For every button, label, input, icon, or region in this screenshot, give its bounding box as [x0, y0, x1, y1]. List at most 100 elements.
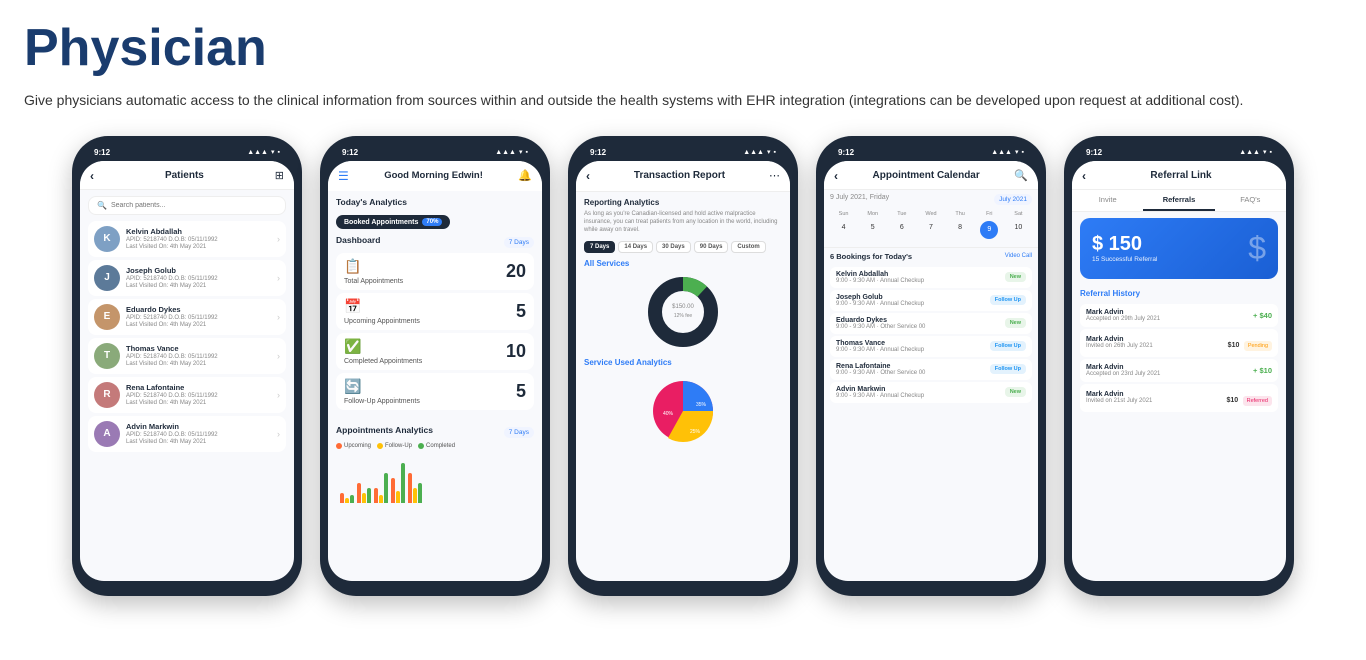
- phone2-icons: ▲▲▲ ▾ ▪: [495, 148, 528, 156]
- more-icon[interactable]: ⋯: [769, 169, 780, 182]
- phone5-header: ‹ Referral Link: [1072, 161, 1286, 190]
- cal-header-mon: Mon: [859, 209, 886, 219]
- tab-faqs[interactable]: FAQ's: [1215, 190, 1286, 211]
- referral-item: Mark Advin Invited on 21st July 2021 $10…: [1080, 384, 1278, 412]
- all-services-title: All Services: [584, 259, 782, 268]
- bar-group-4: [391, 463, 405, 503]
- filter-7days[interactable]: 7 Days: [584, 241, 615, 253]
- stat-item: 🔄 Follow-Up Appointments 5: [336, 373, 534, 410]
- bar-group-2: [357, 483, 371, 503]
- chart-legend: Upcoming Follow-Up Completed: [336, 443, 534, 449]
- booking-time: 9:00 - 9:30 AM · Annual Checkup: [836, 301, 924, 307]
- dashboard-section-title: Dashboard: [336, 235, 380, 245]
- svg-text:35%: 35%: [696, 402, 707, 408]
- booking-info: Thomas Vance 9:00 - 9:30 AM · Annual Che…: [836, 340, 924, 353]
- booking-badge: New: [1005, 272, 1026, 282]
- todays-analytics-title: Today's Analytics: [336, 197, 534, 207]
- search-input[interactable]: [111, 202, 277, 209]
- patient-avatar: T: [94, 343, 120, 369]
- avatar-initials: K: [94, 226, 120, 252]
- referral-banner-info: $ 150 15 Successful Referral: [1092, 233, 1157, 263]
- phone3-screen: ‹ Transaction Report ⋯ Reporting Analyti…: [576, 161, 790, 581]
- ref-amount: $10: [1228, 342, 1240, 349]
- patient-info: Joseph Golub APID: 5218740 D.O.B: 05/11/…: [126, 266, 218, 289]
- cal-day-4[interactable]: 4: [830, 221, 857, 239]
- phone5-title: Referral Link: [1086, 170, 1276, 181]
- ref-info: Mark Advin Accepted on 29th July 2021: [1086, 309, 1160, 322]
- booking-badge: New: [1005, 387, 1026, 397]
- search-bar[interactable]: 🔍: [88, 196, 286, 215]
- booking-item[interactable]: Eduardo Dykes 9:00 - 9:30 AM · Other Ser…: [830, 313, 1032, 334]
- phone4-title: Appointment Calendar: [838, 170, 1014, 181]
- cal-header-thu: Thu: [947, 209, 974, 219]
- tab-invite[interactable]: Invite: [1072, 190, 1143, 211]
- cal-day-5[interactable]: 5: [859, 221, 886, 239]
- filter-90days[interactable]: 90 Days: [694, 241, 729, 253]
- bar-group-5: [408, 473, 422, 503]
- booking-item[interactable]: Rena Lafontaine 9:00 - 9:30 AM · Other S…: [830, 359, 1032, 380]
- signal-icon: ▲▲▲: [495, 149, 516, 156]
- ref-date: Invited on 26th July 2021: [1086, 343, 1153, 349]
- ref-name: Mark Advin: [1086, 309, 1160, 316]
- pie-svg: 40% 35% 25%: [643, 371, 723, 451]
- booking-item[interactable]: Thomas Vance 9:00 - 9:30 AM · Annual Che…: [830, 336, 1032, 357]
- booking-item[interactable]: Kelvin Abdallah 9:00 - 9:30 AM · Annual …: [830, 267, 1032, 288]
- patient-item[interactable]: A Advin Markwin APID: 5218740 D.O.B: 05/…: [88, 416, 286, 452]
- phone2-time: 9:12: [342, 148, 358, 157]
- filter-14days[interactable]: 14 Days: [618, 241, 653, 253]
- svg-text:25%: 25%: [690, 429, 701, 435]
- bell-icon[interactable]: 🔔: [518, 169, 532, 182]
- phone-transaction: 9:12 ▲▲▲ ▾ ▪ ‹ Transaction Report ⋯ Repo…: [568, 136, 798, 596]
- avatar-initials: E: [94, 304, 120, 330]
- ref-date: Accepted on 29th July 2021: [1086, 316, 1160, 322]
- stat-item: 📋 Total Appointments 20: [336, 253, 534, 290]
- referral-item: Mark Advin Accepted on 29th July 2021 + …: [1080, 304, 1278, 327]
- donut-chart: $150.00 12% fee: [584, 272, 782, 352]
- service-analytics-title: Service Used Analytics: [584, 358, 782, 367]
- patient-item[interactable]: T Thomas Vance APID: 5218740 D.O.B: 05/1…: [88, 338, 286, 374]
- patient-item[interactable]: R Rena Lafontaine APID: 5218740 D.O.B: 0…: [88, 377, 286, 413]
- bar-upcoming: [357, 483, 361, 503]
- booking-item[interactable]: Advin Markwin 9:00 - 9:30 AM · Annual Ch…: [830, 382, 1032, 403]
- cal-header-fri: Fri: [976, 209, 1003, 219]
- patient-info: Eduardo Dykes APID: 5218740 D.O.B: 05/11…: [126, 305, 218, 328]
- cal-day-8[interactable]: 8: [947, 221, 974, 239]
- patient-item[interactable]: J Joseph Golub APID: 5218740 D.O.B: 05/1…: [88, 260, 286, 296]
- cal-day-today[interactable]: 9: [980, 221, 998, 239]
- page-description: Give physicians automatic access to the …: [24, 89, 1342, 111]
- booking-info: Kelvin Abdallah 9:00 - 9:30 AM · Annual …: [836, 271, 924, 284]
- menu-icon[interactable]: ☰: [338, 169, 349, 183]
- patient-visited: Last Visited On: 4th May 2021: [126, 283, 218, 289]
- phone3-title: Transaction Report: [590, 170, 769, 181]
- bar-group-3: [374, 473, 388, 503]
- referral-history-title: Referral History: [1072, 285, 1286, 302]
- patient-item[interactable]: K Kelvin Abdallah APID: 5218740 D.O.B: 0…: [88, 221, 286, 257]
- bar-upcoming: [408, 473, 412, 503]
- cal-day-10[interactable]: 10: [1005, 221, 1032, 239]
- avatar-initials: J: [94, 265, 120, 291]
- booking-info: Rena Lafontaine 9:00 - 9:30 AM · Other S…: [836, 363, 925, 376]
- filter-30days[interactable]: 30 Days: [656, 241, 691, 253]
- booked-btn[interactable]: Booked Appointments 70%: [336, 215, 450, 229]
- cal-day-7[interactable]: 7: [917, 221, 944, 239]
- reporting-section: Reporting Analytics As long as you're Ca…: [576, 192, 790, 457]
- bar-completed: [401, 463, 405, 503]
- wifi-icon: ▾: [767, 148, 771, 156]
- cal-day-6[interactable]: 6: [888, 221, 915, 239]
- filter-custom[interactable]: Custom: [731, 241, 765, 253]
- search-icon[interactable]: 🔍: [1014, 169, 1028, 182]
- referrals-list: Mark Advin Accepted on 29th July 2021 + …: [1072, 304, 1286, 412]
- booked-label: Booked Appointments: [344, 219, 418, 226]
- filter-icon[interactable]: ⊞: [275, 169, 284, 182]
- booking-name: Joseph Golub: [836, 294, 924, 301]
- patient-visited: Last Visited On: 4th May 2021: [126, 322, 218, 328]
- booking-item[interactable]: Joseph Golub 9:00 - 9:30 AM · Annual Che…: [830, 290, 1032, 311]
- booking-info: Eduardo Dykes 9:00 - 9:30 AM · Other Ser…: [836, 317, 925, 330]
- stat-label: Upcoming Appointments: [344, 318, 420, 325]
- tab-referrals[interactable]: Referrals: [1143, 190, 1214, 211]
- phone3-status-bar: 9:12 ▲▲▲ ▾ ▪: [576, 148, 790, 157]
- patient-details: APID: 5218740 D.O.B: 05/11/1992: [126, 276, 218, 282]
- patient-item[interactable]: E Eduardo Dykes APID: 5218740 D.O.B: 05/…: [88, 299, 286, 335]
- booking-name: Rena Lafontaine: [836, 363, 925, 370]
- chevron-right-icon: ›: [277, 312, 280, 322]
